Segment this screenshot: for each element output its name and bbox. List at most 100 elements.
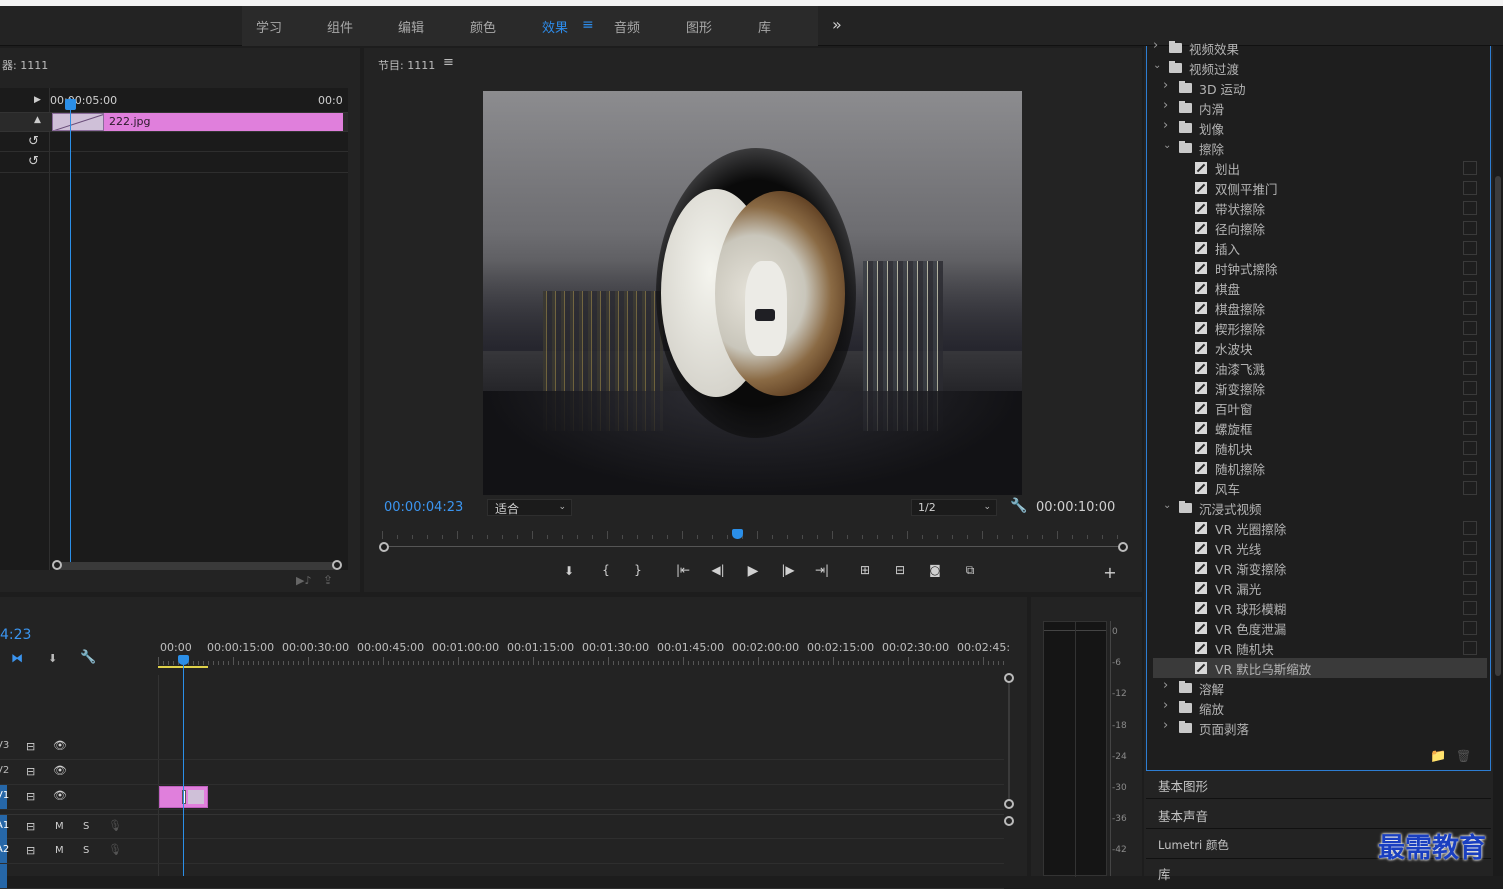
transition-item[interactable]: VR 光圈擦除 xyxy=(1153,518,1487,538)
marker-icon[interactable]: ⬇ xyxy=(48,652,57,665)
export-icon[interactable]: ⇪ xyxy=(323,573,333,587)
snap-icon[interactable]: ⧓ xyxy=(11,651,23,665)
resolution-dropdown[interactable]: 1/2 ⌄ xyxy=(911,499,997,516)
chevron-right-icon[interactable]: › xyxy=(1163,98,1168,113)
tab-audio[interactable]: 音频 xyxy=(614,17,640,36)
subfolder[interactable]: › 划像 xyxy=(1153,118,1487,138)
transition-item[interactable]: 随机擦除 xyxy=(1153,458,1487,478)
source-playhead[interactable] xyxy=(70,98,71,568)
mute-button[interactable]: M xyxy=(55,821,64,832)
film-icon[interactable]: ⊟ xyxy=(26,765,35,778)
go-to-out-icon[interactable]: ⇥| xyxy=(813,563,831,577)
timeline-current-time[interactable]: 4:23 xyxy=(0,627,31,643)
mark-in-icon[interactable]: { xyxy=(597,563,615,577)
timeline-ruler[interactable]: 00:00 00:00:15:00 00:00:30:00 00:00:45:0… xyxy=(158,635,1010,675)
timeline-playhead[interactable] xyxy=(183,659,184,876)
add-marker-icon[interactable]: ⬇ xyxy=(560,564,578,578)
folder-video-transitions[interactable]: ⌄ 视频过渡 xyxy=(1153,58,1487,78)
go-to-in-icon[interactable]: |⇤ xyxy=(674,563,692,577)
transition-item[interactable]: 时钟式擦除 xyxy=(1153,258,1487,278)
tab-editing[interactable]: 编辑 xyxy=(398,17,424,36)
audio-only-icon[interactable]: ▶♪ xyxy=(296,574,311,587)
wrench-icon[interactable]: 🔧 xyxy=(1010,498,1027,514)
subfolder[interactable]: › 内滑 xyxy=(1153,98,1487,118)
chevron-right-icon[interactable]: › xyxy=(1163,698,1168,713)
vscroll-handle-top[interactable] xyxy=(1004,673,1014,683)
scroll-handle-right[interactable] xyxy=(332,560,342,570)
transition-marker[interactable] xyxy=(52,113,104,131)
chevron-down-icon[interactable]: ⌄ xyxy=(1153,60,1161,71)
reset-icon[interactable]: ↺ xyxy=(28,134,39,149)
transition-item[interactable]: 螺旋框 xyxy=(1153,418,1487,438)
step-back-icon[interactable]: ◀| xyxy=(709,563,727,577)
transition-item[interactable]: VR 漏光 xyxy=(1153,578,1487,598)
folder-wipe[interactable]: ⌄ 擦除 xyxy=(1153,138,1487,158)
transition-item[interactable]: 径向擦除 xyxy=(1153,218,1487,238)
transition-item[interactable]: VR 球形模糊 xyxy=(1153,598,1487,618)
subfolder[interactable]: › 3D 运动 xyxy=(1153,78,1487,98)
film-icon[interactable]: ⊟ xyxy=(26,740,35,753)
transition-item[interactable]: VR 色度泄漏 xyxy=(1153,618,1487,638)
tab-libraries[interactable]: 库 xyxy=(758,17,771,36)
microphone-icon[interactable]: 🎙 xyxy=(108,843,122,856)
transition-item[interactable]: 水波块 xyxy=(1153,338,1487,358)
chevron-right-icon[interactable]: › xyxy=(1163,678,1168,693)
reset-icon[interactable]: ↺ xyxy=(28,154,39,169)
transition-item[interactable]: VR 默比乌斯缩放 xyxy=(1153,658,1487,678)
new-bin-icon[interactable]: 📁 xyxy=(1430,749,1446,764)
add-button-icon[interactable]: + xyxy=(1101,563,1119,582)
collapse-triangle-icon[interactable]: ▲ xyxy=(34,115,41,125)
track-label-a3[interactable] xyxy=(0,864,7,888)
chevron-right-icon[interactable]: › xyxy=(1153,38,1158,53)
chevron-right-icon[interactable]: › xyxy=(1163,78,1168,93)
timeline-playhead-handle[interactable] xyxy=(178,655,189,665)
solo-button[interactable]: S xyxy=(83,845,89,856)
expand-triangle-icon[interactable]: ▶ xyxy=(34,95,41,105)
panel-essential-graphics[interactable]: 基本图形 xyxy=(1146,771,1491,799)
microphone-icon[interactable]: 🎙 xyxy=(108,819,122,832)
camera-icon[interactable]: ◙ xyxy=(926,563,944,577)
double-chevron-right-icon[interactable]: » xyxy=(832,15,842,34)
transition-item[interactable]: 双侧平推门 xyxy=(1153,178,1487,198)
scrub-handle-left[interactable] xyxy=(379,542,389,552)
mute-button[interactable]: M xyxy=(55,845,64,856)
source-clip[interactable]: 222.jpg xyxy=(104,113,343,131)
program-playhead[interactable] xyxy=(732,529,744,539)
transition-item[interactable]: 棋盘 xyxy=(1153,278,1487,298)
folder-immersive-video[interactable]: ⌄ 沉浸式视频 xyxy=(1153,498,1487,518)
track-label-v1[interactable]: V1 xyxy=(0,785,9,809)
play-icon[interactable]: ▶ xyxy=(744,563,762,579)
panel-menu-icon[interactable]: ≡ xyxy=(443,55,454,70)
tab-assembly[interactable]: 组件 xyxy=(327,17,353,36)
transition-item[interactable]: 油漆飞溅 xyxy=(1153,358,1487,378)
subfolder[interactable]: › 缩放 xyxy=(1153,698,1487,718)
panel-essential-sound[interactable]: 基本声音 xyxy=(1146,801,1491,829)
tab-effects[interactable]: 效果 xyxy=(542,17,568,36)
transition-item[interactable]: VR 光线 xyxy=(1153,538,1487,558)
film-icon[interactable]: ⊟ xyxy=(26,820,35,833)
scroll-handle-left[interactable] xyxy=(52,560,62,570)
scrub-handle-right[interactable] xyxy=(1118,542,1128,552)
program-current-time[interactable]: 00:00:04:23 xyxy=(384,500,463,515)
source-playhead-handle[interactable] xyxy=(65,99,76,110)
chevron-right-icon[interactable]: › xyxy=(1163,118,1168,133)
subfolder[interactable]: › 页面剥落 xyxy=(1153,718,1487,738)
chevron-down-icon[interactable]: ⌄ xyxy=(1163,140,1171,151)
eye-icon[interactable]: 👁 xyxy=(53,739,67,752)
program-ruler[interactable] xyxy=(382,529,1122,541)
transition-item[interactable]: 插入 xyxy=(1153,238,1487,258)
transition-item[interactable]: 带状擦除 xyxy=(1153,198,1487,218)
lift-icon[interactable]: ⊞ xyxy=(856,563,874,577)
transition-item[interactable]: 随机块 xyxy=(1153,438,1487,458)
track-label-a2[interactable]: A2 xyxy=(0,839,9,863)
audio-vscroll-handle[interactable] xyxy=(1004,816,1014,826)
track-label-v3[interactable]: V3 xyxy=(0,735,9,759)
source-zoom-scrollbar[interactable] xyxy=(57,562,337,570)
chevron-right-icon[interactable]: › xyxy=(1163,718,1168,733)
tab-color[interactable]: 颜色 xyxy=(470,17,496,36)
tab-graphics[interactable]: 图形 xyxy=(686,17,712,36)
film-icon[interactable]: ⊟ xyxy=(26,844,35,857)
chevron-down-icon[interactable]: ⌄ xyxy=(1163,500,1171,511)
track-label-a1[interactable]: A1 xyxy=(0,815,9,839)
compare-view-icon[interactable]: ⧉ xyxy=(961,563,979,578)
